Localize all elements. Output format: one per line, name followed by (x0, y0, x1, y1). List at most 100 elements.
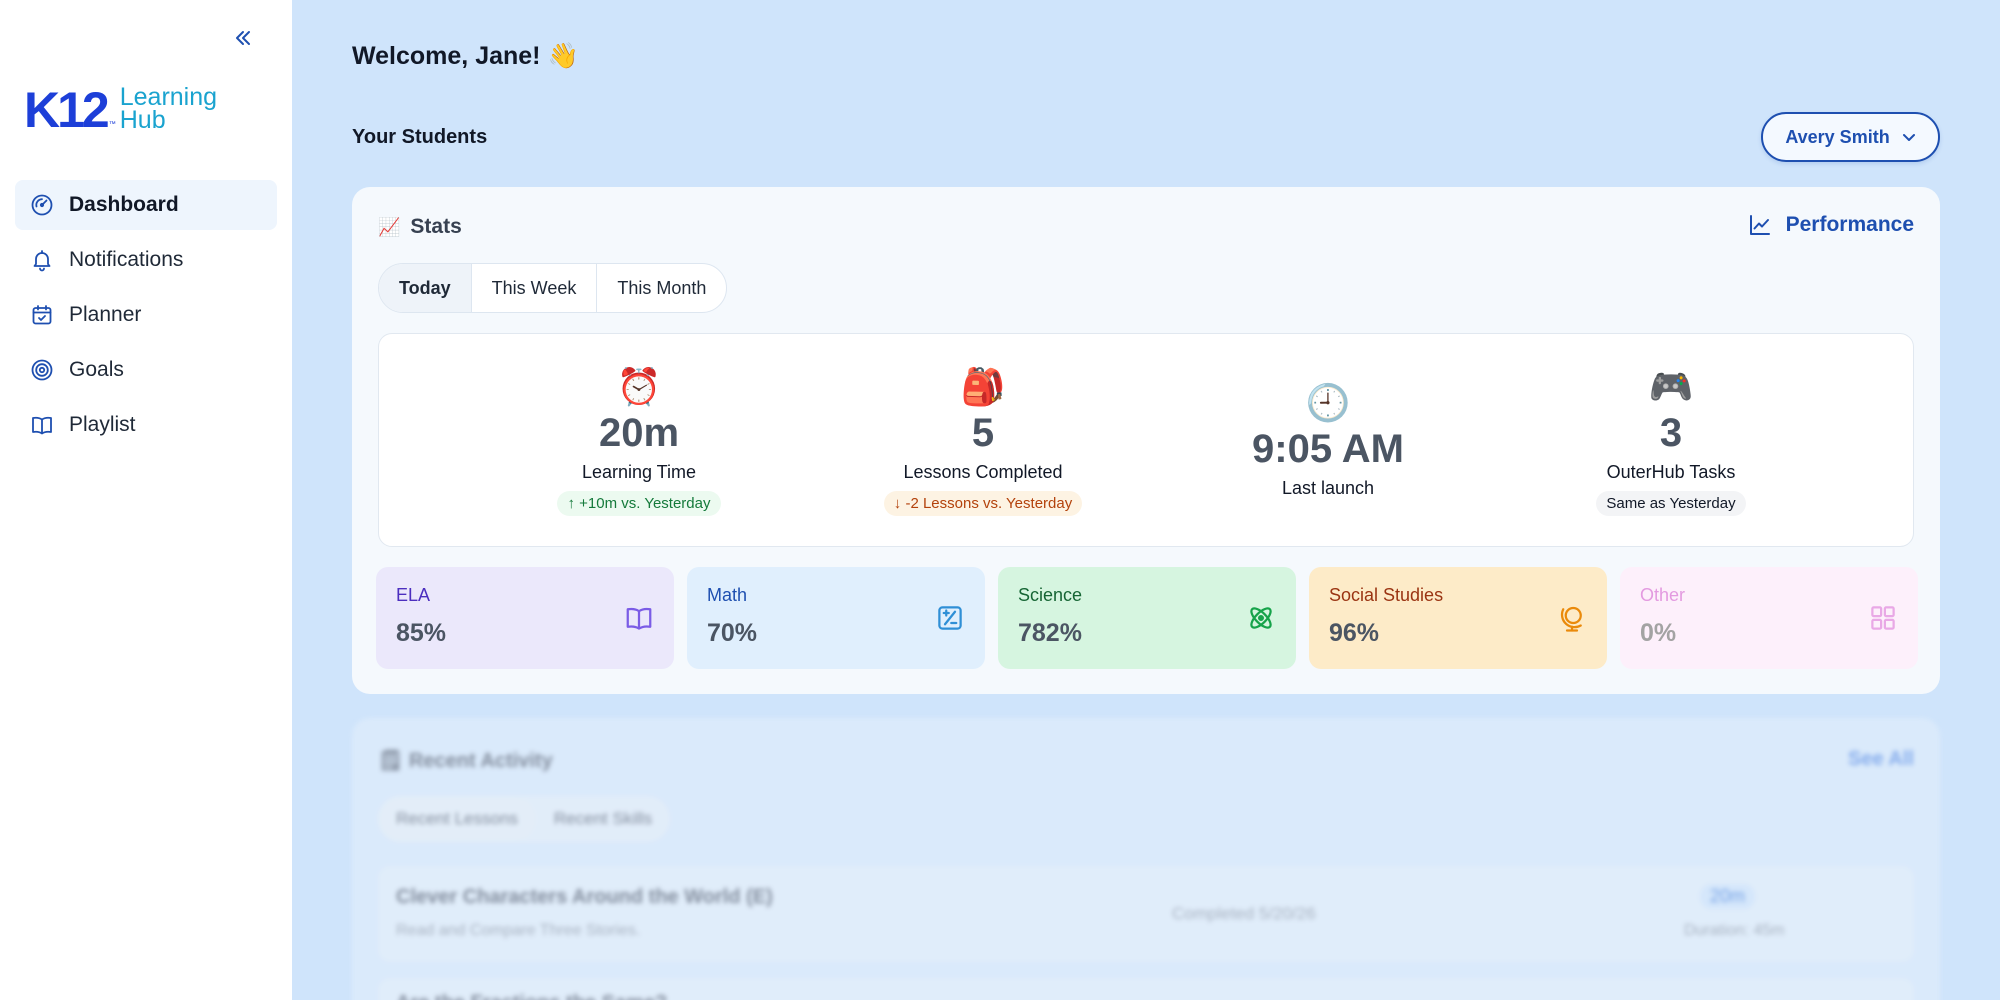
activity-status: Completed 5/20/26 (1172, 904, 1316, 923)
arrow-up-icon: ↑ (567, 495, 575, 512)
metric-value: 3 (1659, 411, 1683, 455)
logo-text: Learning Hub (119, 85, 217, 134)
k12-learning-hub-logo[interactable]: K12 ™ Learning Hub (24, 82, 217, 138)
subject-value: 0% (1640, 619, 1677, 647)
atom-icon (1250, 607, 1272, 629)
recent-activity-card: 🗒 Recent Activity See All Recent Lessons… (352, 718, 1940, 1000)
line-chart-icon (1749, 215, 1770, 235)
collapse-sidebar-button[interactable] (230, 28, 256, 54)
metric-value: 5 (971, 411, 995, 455)
metrics-panel: ⏰ 20m Learning Time ↑ +10m vs. Yesterday… (378, 333, 1914, 547)
sidebar-item-label: Notifications (69, 248, 184, 271)
tab-this-week[interactable]: This Week (472, 264, 598, 312)
sidebar-item-planner[interactable]: Planner (15, 290, 277, 340)
metric-label: OuterHub Tasks (1606, 462, 1736, 482)
sidebar-item-notifications[interactable]: Notifications (15, 235, 277, 285)
subject-name: Science (1018, 585, 1083, 605)
trend-badge: ↑ +10m vs. Yesterday (557, 491, 721, 516)
subject-card-ela[interactable]: ELA 85% (376, 567, 674, 669)
stats-period-tabs: Today This Week This Month (378, 263, 728, 313)
chevron-down-icon (1902, 134, 1915, 141)
sidebar-item-label: Dashboard (69, 193, 179, 216)
subject-value: 782% (1018, 619, 1082, 647)
subject-card-other[interactable]: Other 0% (1620, 567, 1918, 669)
metric-label: Lessons Completed (903, 462, 1063, 482)
see-all-link[interactable]: See All (1848, 748, 1914, 771)
activity-row[interactable]: Are the Fractions the Same? (378, 978, 1914, 1000)
activity-subtitle: Read and Compare Three Stories. (396, 922, 641, 939)
metric-label: Learning Time (581, 462, 697, 482)
double-chevron-left-icon (236, 31, 250, 45)
subject-card-science[interactable]: Science 782% (998, 567, 1296, 669)
metric-value: 9:05 AM (1252, 427, 1404, 471)
trend-badge: Same as Yesterday (1596, 491, 1746, 516)
tab-recent-skills[interactable]: Recent Skills (536, 796, 670, 842)
subject-value: 96% (1329, 619, 1380, 647)
metric-label: Last launch (1281, 478, 1375, 498)
performance-link-label: Performance (1785, 213, 1914, 236)
student-selector-dropdown[interactable]: Avery Smith (1761, 112, 1940, 162)
game-controller-icon: 🎮 (1648, 366, 1694, 407)
metric-outerhub-tasks: 🎮 3 OuterHub Tasks Same as Yesterday (1541, 334, 1801, 548)
logo-trademark: ™ (108, 121, 116, 128)
subject-cards: ELA 85% Math 70% Science 782% Social Stu… (376, 567, 1918, 669)
subject-name: ELA (396, 585, 431, 605)
clock-icon: 🕘 (1305, 382, 1351, 423)
your-students-label: Your Students (352, 126, 488, 148)
chart-increasing-icon: 📈 (378, 216, 401, 237)
sidebar: K12 ™ Learning Hub Dashboard Notificatio… (0, 0, 292, 1000)
sidebar-item-label: Goals (69, 358, 124, 381)
selected-student-name: Avery Smith (1785, 126, 1890, 147)
calculator-icon (938, 606, 962, 630)
logo-text-line2: Hub (119, 106, 166, 134)
subject-name: Math (707, 585, 748, 605)
sidebar-item-label: Playlist (69, 413, 136, 436)
sidebar-item-playlist[interactable]: Playlist (15, 400, 277, 450)
activity-time-badge: 20m (1700, 884, 1756, 909)
alarm-clock-icon: ⏰ (616, 366, 662, 407)
logo-k12: K12 (24, 82, 110, 138)
welcome-heading: Welcome, Jane! 👋 (352, 42, 579, 70)
metric-value: 20m (598, 411, 680, 455)
calendar-icon (29, 302, 55, 328)
subject-card-social-studies[interactable]: Social Studies 96% (1309, 567, 1607, 669)
performance-link[interactable]: Performance (1748, 213, 1914, 237)
book-open-icon (29, 412, 55, 438)
bell-icon (29, 247, 55, 273)
sidebar-item-goals[interactable]: Goals (15, 345, 277, 395)
dashboard-gauge-icon (29, 192, 55, 218)
target-icon (29, 357, 55, 383)
activity-title: Clever Characters Around the World (E) (396, 886, 773, 908)
metric-lessons-completed: 🎒 5 Lessons Completed ↓ -2 Lessons vs. Y… (853, 334, 1113, 548)
sidebar-item-dashboard[interactable]: Dashboard (15, 180, 277, 230)
sidebar-item-label: Planner (69, 303, 142, 326)
stats-header: 📈 Stats (378, 215, 462, 239)
recent-activity-tabs: Recent Lessons Recent Skills (378, 796, 671, 842)
metric-learning-time: ⏰ 20m Learning Time ↑ +10m vs. Yesterday (509, 334, 769, 548)
tab-recent-lessons[interactable]: Recent Lessons (378, 796, 536, 842)
sidebar-nav: Dashboard Notifications Planner Goals Pl… (15, 180, 277, 455)
globe-icon (1560, 606, 1582, 632)
stats-title: Stats (410, 215, 462, 238)
tab-this-month[interactable]: This Month (597, 264, 726, 312)
subject-name: Other (1640, 585, 1686, 605)
activity-row[interactable]: Clever Characters Around the World (E) R… (378, 866, 1914, 962)
recent-activity-title: 🗒 Recent Activity (378, 750, 553, 772)
subject-value: 70% (707, 619, 758, 647)
subject-card-math[interactable]: Math 70% (687, 567, 985, 669)
tab-today[interactable]: Today (379, 264, 472, 312)
trend-badge-text: +10m vs. Yesterday (579, 495, 711, 512)
backpack-icon: 🎒 (960, 366, 1006, 407)
trend-badge-text: Same as Yesterday (1606, 495, 1736, 512)
activity-duration: Duration: 45m (1684, 922, 1785, 939)
grid-icon (1871, 606, 1895, 630)
trend-badge: ↓ -2 Lessons vs. Yesterday (883, 491, 1083, 516)
trend-badge-text: -2 Lessons vs. Yesterday (905, 495, 1073, 512)
activity-title: Are the Fractions the Same? (396, 992, 667, 1000)
book-icon (626, 607, 652, 630)
stats-card: 📈 Stats Performance Today This Week This… (352, 187, 1940, 694)
subject-name: Social Studies (1329, 585, 1444, 605)
subject-value: 85% (396, 619, 447, 647)
arrow-down-icon: ↓ (893, 495, 902, 512)
metric-last-launch: 🕘 9:05 AM Last launch (1198, 334, 1458, 548)
